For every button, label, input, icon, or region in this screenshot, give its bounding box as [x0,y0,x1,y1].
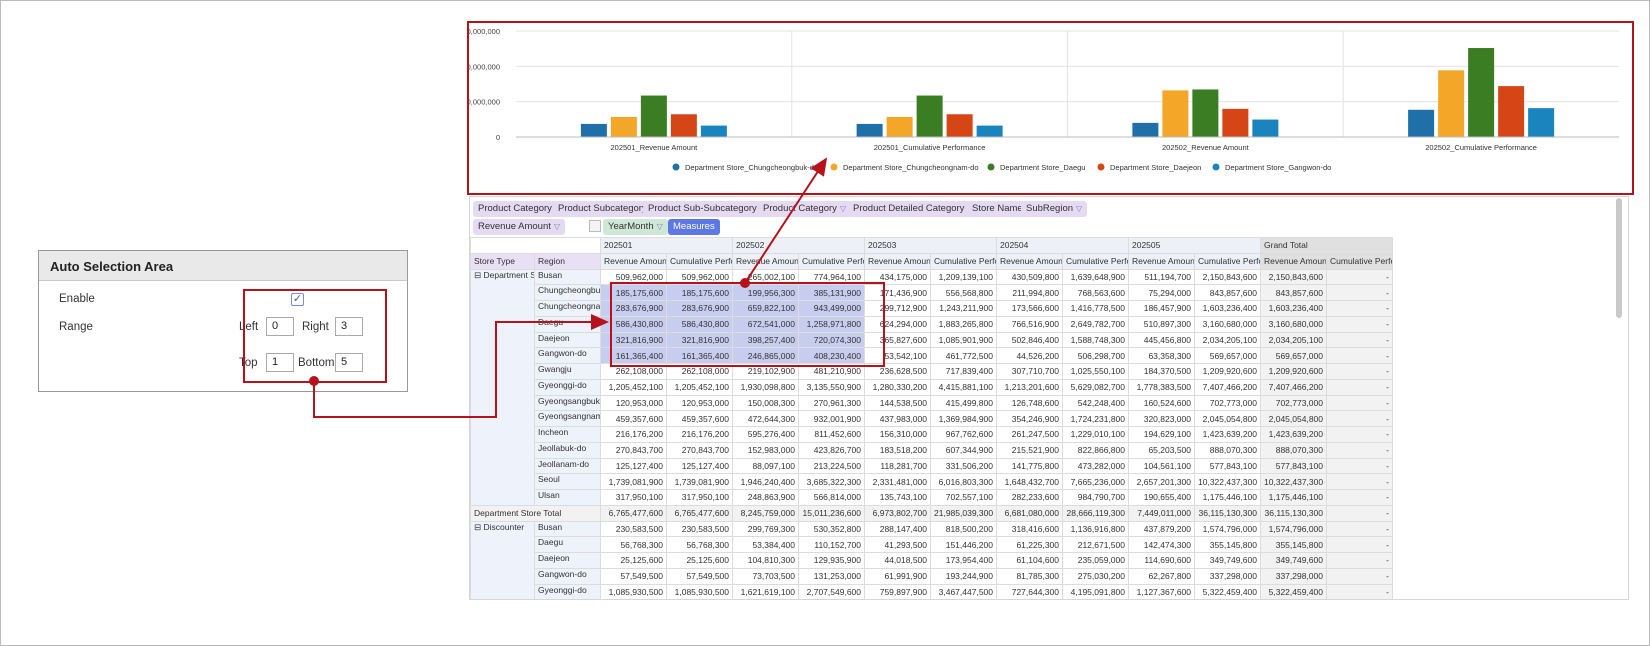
connector-arrow-selection [313,314,609,418]
connector-lines [309,157,828,418]
connector-arrow-chart [744,157,828,284]
